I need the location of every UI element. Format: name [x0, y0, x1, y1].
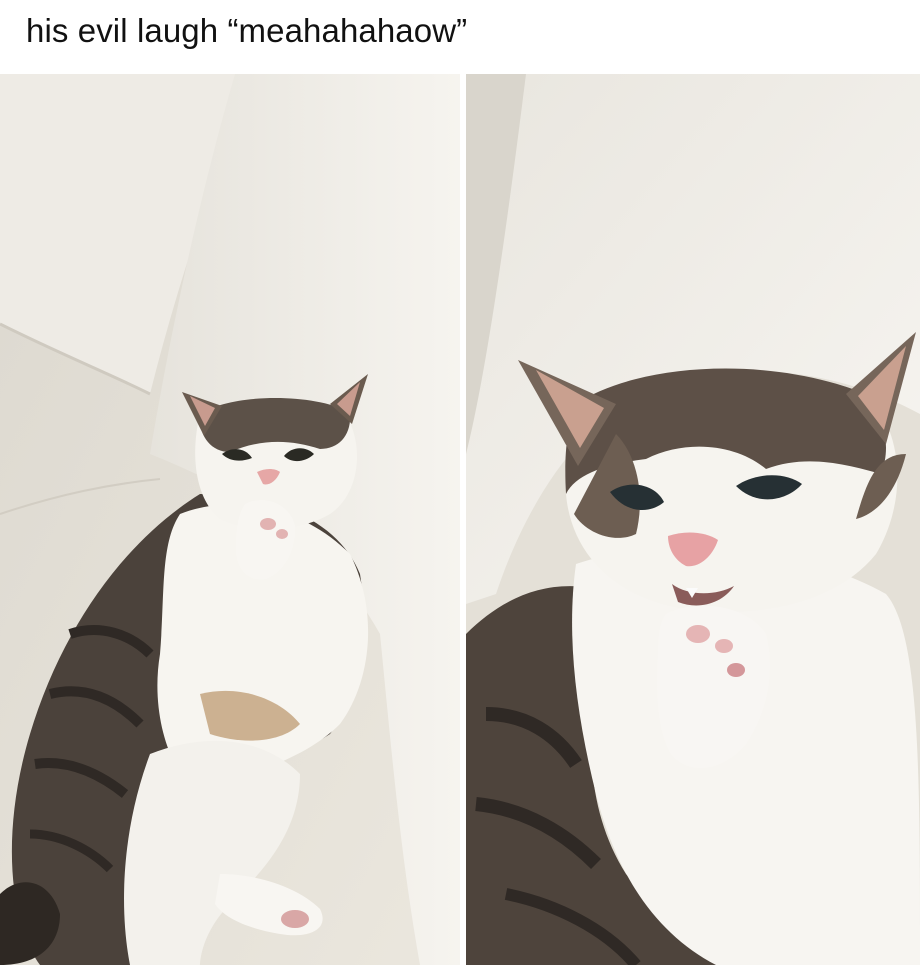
meme-post: his evil laugh “meahahahaow” [0, 0, 920, 965]
meme-caption: his evil laugh “meahahahaow” [26, 12, 468, 49]
photo-panel-left [0, 74, 460, 965]
cat-closeup-photo [466, 74, 920, 965]
cat-reclining-photo [0, 74, 460, 965]
photo-panel-right [466, 74, 920, 965]
